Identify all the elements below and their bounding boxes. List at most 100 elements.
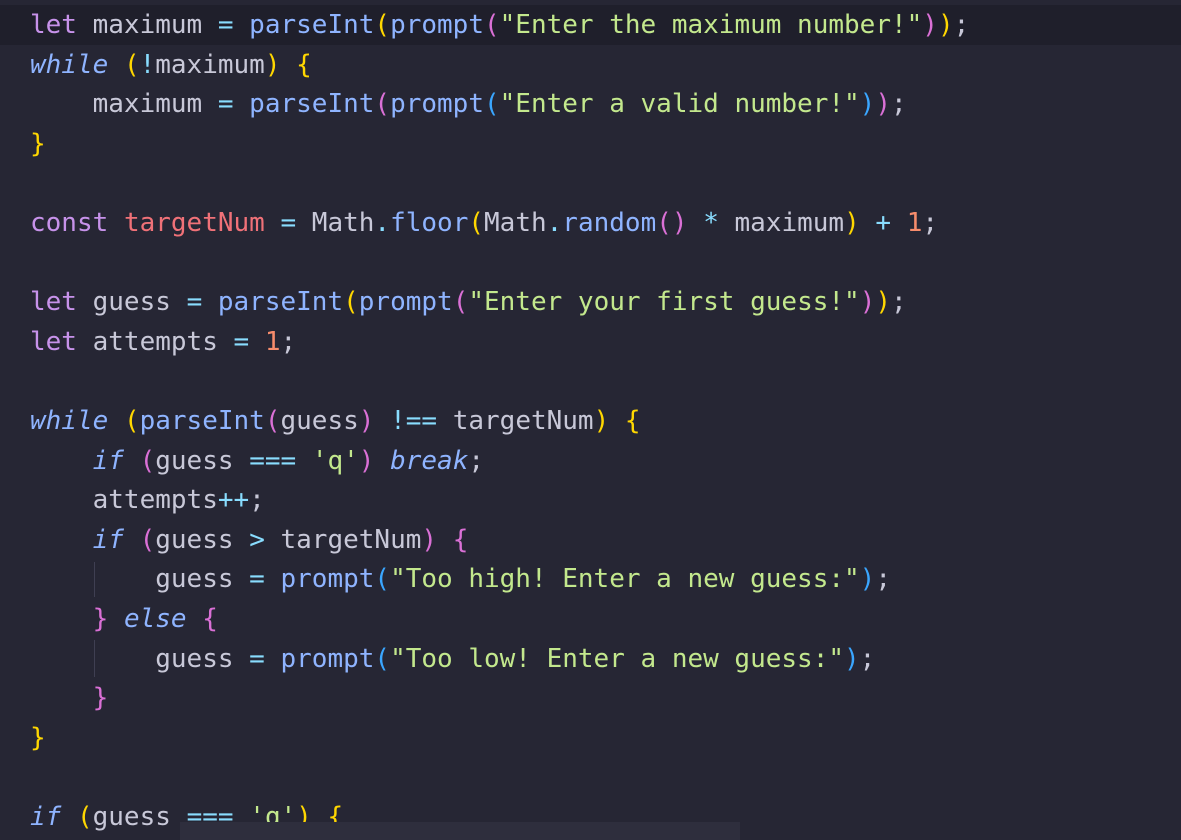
token-brace: { — [296, 50, 312, 80]
token-paren: ) — [922, 10, 938, 40]
token-object: Math — [484, 208, 547, 238]
code-line-6[interactable]: const targetNum = Math.floor(Math.random… — [30, 203, 938, 243]
token-variable: attempts — [92, 327, 218, 357]
token-paren: ( — [374, 644, 391, 674]
token-operator: + — [875, 208, 892, 238]
token-dot: . — [546, 208, 563, 238]
token-variable: guess — [92, 802, 171, 832]
code-line-4[interactable]: } — [30, 124, 46, 164]
token-operator: = — [233, 327, 250, 357]
token-operator: === — [249, 446, 297, 476]
code-line-14[interactable]: if (guess > targetNum) { — [30, 520, 469, 560]
token-punctuation: ; — [953, 10, 970, 40]
token-function: parseInt — [139, 406, 265, 436]
code-line-11[interactable]: while (parseInt(guess) !== targetNum) { — [30, 401, 641, 441]
token-keyword: while — [30, 406, 109, 436]
token-variable: targetNum — [280, 525, 422, 555]
token-brace: { — [202, 604, 218, 634]
token-function: parseInt — [249, 89, 375, 119]
token-function: floor — [390, 208, 469, 238]
token-function: prompt — [280, 564, 375, 594]
token-variable: targetNum — [123, 208, 265, 238]
token-paren: ) — [875, 287, 891, 317]
token-punctuation: ; — [922, 208, 939, 238]
token-keyword: else — [123, 604, 187, 634]
token-paren: ( — [123, 406, 140, 436]
token-function: random — [562, 208, 657, 238]
token-object: Math — [311, 208, 375, 238]
token-variable: guess — [155, 525, 234, 555]
token-string: "Enter a valid number!" — [499, 89, 860, 119]
token-operator: = — [280, 208, 297, 238]
token-punctuation: ; — [468, 446, 485, 476]
token-number: 1 — [906, 208, 923, 238]
code-line-17[interactable]: guess = prompt("Too low! Enter a new gue… — [30, 639, 875, 679]
token-variable: maximum — [155, 50, 265, 80]
token-punctuation: ; — [249, 485, 265, 515]
token-paren: ) — [593, 406, 610, 436]
token-dot: . — [374, 208, 391, 238]
token-punctuation: ; — [890, 89, 907, 119]
token-punctuation: ; — [859, 644, 876, 674]
token-string: "Too low! Enter a new guess:" — [390, 644, 845, 674]
token-keyword: if — [92, 525, 124, 555]
token-function: parseInt — [249, 10, 375, 40]
token-operator: ++ — [217, 485, 250, 515]
token-operator: * — [703, 208, 719, 238]
token-operator: = — [249, 644, 265, 674]
token-function: prompt — [280, 644, 375, 674]
token-brace: } — [92, 683, 109, 713]
token-keyword: while — [30, 50, 109, 80]
token-brace: } — [30, 723, 46, 753]
code-line-15[interactable]: guess = prompt("Too high! Enter a new gu… — [30, 559, 891, 599]
code-line-8[interactable]: let guess = parseInt(prompt("Enter your … — [30, 282, 907, 322]
code-editor[interactable]: let maximum = parseInt(prompt("Enter the… — [0, 0, 1181, 840]
token-paren: ) — [875, 89, 891, 119]
token-variable: guess — [155, 446, 234, 476]
token-paren: ) — [937, 10, 954, 40]
caption-overlay — [180, 822, 740, 840]
token-brace: { — [452, 525, 469, 555]
token-paren: ( — [343, 287, 359, 317]
token-operator: = — [186, 287, 203, 317]
token-variable: targetNum — [452, 406, 594, 436]
code-line-18[interactable]: } — [30, 678, 109, 718]
code-line-2[interactable]: while (!maximum) { — [30, 45, 312, 85]
token-operator: ! — [139, 50, 156, 80]
token-paren: ) — [358, 446, 375, 476]
token-keyword: break — [390, 446, 469, 476]
token-paren: ( — [139, 446, 156, 476]
token-operator: > — [249, 525, 265, 555]
code-line-19[interactable]: } — [30, 718, 46, 758]
token-paren: ( — [139, 525, 156, 555]
token-brace: { — [624, 406, 641, 436]
code-line-3[interactable]: maximum = parseInt(prompt("Enter a valid… — [30, 84, 907, 124]
token-paren: ( — [374, 89, 391, 119]
token-string: 'q' — [311, 446, 359, 476]
token-paren: ) — [844, 208, 860, 238]
token-paren: ) — [264, 50, 281, 80]
token-function: prompt — [390, 89, 484, 119]
token-keyword: if — [92, 446, 124, 476]
token-string: "Enter the maximum number!" — [499, 10, 923, 40]
code-line-13[interactable]: attempts++; — [30, 480, 265, 520]
token-paren: ) — [859, 89, 876, 119]
token-keyword: const — [30, 208, 109, 238]
token-paren: ( — [483, 10, 500, 40]
token-variable: maximum — [734, 208, 845, 238]
token-keyword: let — [30, 327, 77, 357]
code-line-9[interactable]: let attempts = 1; — [30, 322, 296, 362]
token-paren: ( — [468, 208, 485, 238]
token-paren: ( — [123, 50, 140, 80]
code-line-12[interactable]: if (guess === 'q') break; — [30, 441, 484, 481]
token-brace: } — [92, 604, 109, 634]
token-variable: maximum — [92, 89, 203, 119]
token-operator: = — [249, 564, 265, 594]
token-punctuation: ; — [280, 327, 297, 357]
token-punctuation: ; — [875, 564, 891, 594]
token-variable: attempts — [92, 485, 218, 515]
code-line-1[interactable]: let maximum = parseInt(prompt("Enter the… — [30, 5, 969, 45]
token-variable: guess — [155, 644, 234, 674]
code-line-16[interactable]: } else { — [30, 599, 218, 639]
token-operator: !== — [390, 406, 438, 436]
